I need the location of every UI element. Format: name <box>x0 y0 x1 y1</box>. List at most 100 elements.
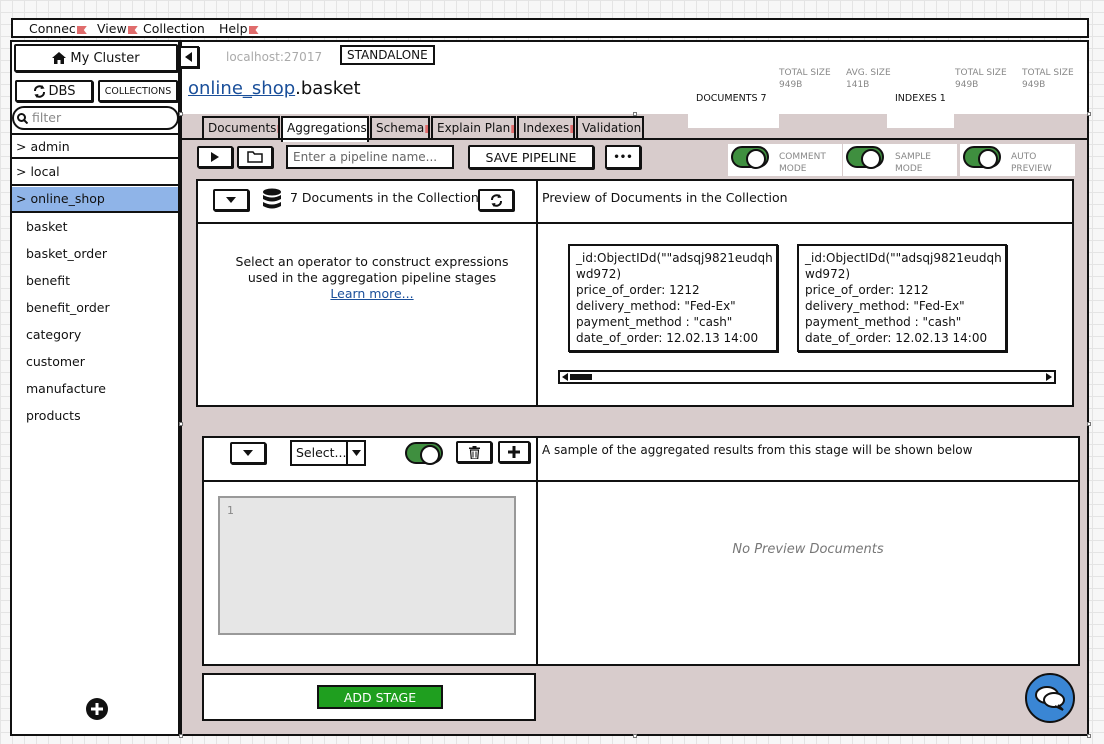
comment-mode-toggle[interactable] <box>731 146 769 169</box>
doc-payment: payment_method : "cash" <box>805 315 962 329</box>
collection-customer[interactable]: customer <box>26 354 85 369</box>
doc-id: _id:ObjectIDd(""adsqj9821eudqh wd972) <box>576 251 773 281</box>
chat-button[interactable] <box>1025 673 1075 723</box>
resize-handle <box>179 112 183 116</box>
resize-handle <box>1087 734 1091 738</box>
chevron-down-icon <box>243 450 253 456</box>
documents-stat-bar <box>688 114 779 128</box>
open-pipeline-arrow-button[interactable] <box>197 146 233 168</box>
doc-date: date_of_order: 12.02.13 14:00 <box>805 331 988 345</box>
dbs-button[interactable]: DBS <box>15 80 93 102</box>
collapse-stage-button[interactable] <box>230 442 266 464</box>
line-number: 1 <box>227 504 234 517</box>
more-options-button[interactable]: ••• <box>605 145 641 169</box>
flag-icon <box>76 26 87 34</box>
collection-benefit-order[interactable]: benefit_order <box>26 300 110 315</box>
refresh-button[interactable] <box>478 189 514 211</box>
learn-more-link[interactable]: Learn more... <box>330 286 413 301</box>
db-online-shop[interactable]: > online_shop <box>12 187 178 213</box>
sample-mode-toggle[interactable] <box>846 146 884 169</box>
doc-delivery: delivery_method: "Fed-Ex" <box>805 299 965 313</box>
tab-documents[interactable]: Documents <box>202 116 280 140</box>
sidebar: My Cluster DBS COLLECTIONS filter > admi… <box>10 40 180 736</box>
open-folder-button[interactable] <box>237 146 273 168</box>
flag-icon <box>511 125 514 133</box>
host-label: localhost:27017 <box>226 50 323 64</box>
horizontal-scrollbar[interactable] <box>558 370 1056 384</box>
add-stage-button[interactable]: ADD STAGE <box>317 685 443 709</box>
stage-code-editor[interactable]: 1 <box>218 496 516 635</box>
refresh-icon <box>33 84 45 98</box>
source-divider <box>536 181 538 405</box>
database-icon <box>263 188 281 209</box>
collection-products[interactable]: products <box>26 408 81 423</box>
stage-enable-toggle[interactable] <box>405 442 443 465</box>
stage-header-divider <box>204 480 1078 482</box>
folder-icon <box>247 151 263 163</box>
flag-icon <box>425 125 428 133</box>
cluster-name: My Cluster <box>70 50 140 66</box>
tab-validation[interactable]: Validation <box>576 116 644 140</box>
db-local[interactable]: > local <box>12 160 178 186</box>
doc-id: _id:ObjectIDd(""adsqj9821eudqh wd972) <box>805 251 1002 281</box>
no-preview-text: No Preview Documents <box>732 542 884 557</box>
standalone-badge: STANDALONE <box>340 45 435 65</box>
pipeline-name-input[interactable]: Enter a pipeline name... <box>286 145 454 169</box>
filter-input[interactable]: filter <box>12 106 179 130</box>
cluster-button[interactable]: My Cluster <box>14 44 178 72</box>
flag-icon <box>368 125 369 133</box>
plus-icon <box>508 446 520 458</box>
operator-hint: Select an operator to construct expressi… <box>230 254 514 302</box>
menu-connect[interactable]: Connec <box>29 21 87 36</box>
play-icon <box>211 152 219 162</box>
stage-select-value: Select... <box>296 445 347 460</box>
tab-schema[interactable]: Schema <box>370 116 430 140</box>
avg-size-label: AVG. SIZE 141B <box>846 68 891 90</box>
scroll-right-icon[interactable] <box>1045 372 1053 382</box>
doc-price: price_of_order: 1212 <box>805 283 929 297</box>
collection-manufacture[interactable]: manufacture <box>26 381 106 396</box>
db-admin[interactable]: > admin <box>12 133 178 159</box>
select-dropdown-button[interactable] <box>346 442 364 464</box>
collapse-sidebar-button[interactable] <box>179 46 199 68</box>
delete-stage-button[interactable] <box>456 441 492 463</box>
tab-explain-plan[interactable]: Explain Plan <box>431 116 516 140</box>
resize-handle <box>633 112 637 116</box>
stage-operator-select[interactable]: Select... <box>290 440 366 466</box>
search-icon <box>17 113 28 124</box>
document-count-text: 7 Documents in the Collection <box>290 190 479 205</box>
collection-category[interactable]: category <box>26 327 81 342</box>
flag-icon <box>277 125 278 133</box>
scrollbar-thumb[interactable] <box>570 374 592 380</box>
comment-mode-label: COMMENT MODE <box>779 152 826 174</box>
index-total-size2-label: TOTAL SIZE 949B <box>1022 68 1074 90</box>
resize-handle <box>633 734 637 738</box>
collapse-source-button[interactable] <box>213 189 249 211</box>
resize-handle <box>179 734 183 738</box>
doc-payment: payment_method : "cash" <box>576 315 733 329</box>
sample-mode-label: SAMPLE MODE <box>895 152 931 174</box>
scroll-left-icon[interactable] <box>561 372 569 382</box>
source-header-divider <box>198 222 1072 224</box>
db-link[interactable]: online_shop <box>188 78 295 99</box>
flag-icon <box>248 26 259 34</box>
chevron-down-icon <box>351 450 361 456</box>
indexes-count: INDEXES 1 <box>895 93 946 104</box>
collection-benefit[interactable]: benefit <box>26 273 70 288</box>
auto-preview-label: AUTO PREVIEW <box>1011 152 1052 174</box>
refresh-icon <box>490 193 502 207</box>
menu-view[interactable]: View <box>97 21 138 36</box>
save-pipeline-button[interactable]: SAVE PIPELINE <box>468 145 594 169</box>
menu-bar: Connec View Collection Help <box>11 18 1089 38</box>
collection-basket[interactable]: basket <box>26 219 68 234</box>
add-after-stage-button[interactable] <box>498 441 530 463</box>
add-database-icon[interactable] <box>84 696 110 722</box>
preview-title: Preview of Documents in the Collection <box>542 190 788 205</box>
menu-help[interactable]: Help <box>219 21 259 36</box>
collection-basket-order[interactable]: basket_order <box>26 246 107 261</box>
chevron-left-icon <box>185 52 192 62</box>
auto-preview-toggle[interactable] <box>963 146 1001 169</box>
menu-collection[interactable]: Collection <box>143 21 205 36</box>
collections-button[interactable]: COLLECTIONS <box>98 80 178 102</box>
tab-indexes[interactable]: Indexes <box>517 116 575 140</box>
